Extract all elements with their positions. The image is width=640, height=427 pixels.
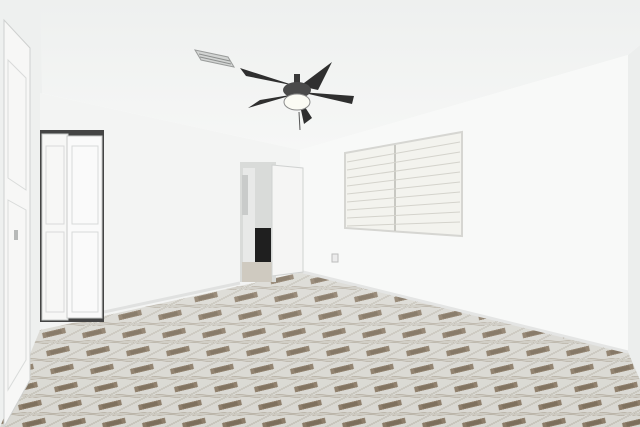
room-photo	[0, 0, 640, 427]
left-door	[3, 18, 31, 427]
door-panel	[271, 164, 304, 277]
wall-outlet	[331, 253, 339, 263]
closet-door	[40, 130, 104, 322]
open-doorway	[240, 162, 304, 282]
room-illustration	[0, 0, 640, 427]
